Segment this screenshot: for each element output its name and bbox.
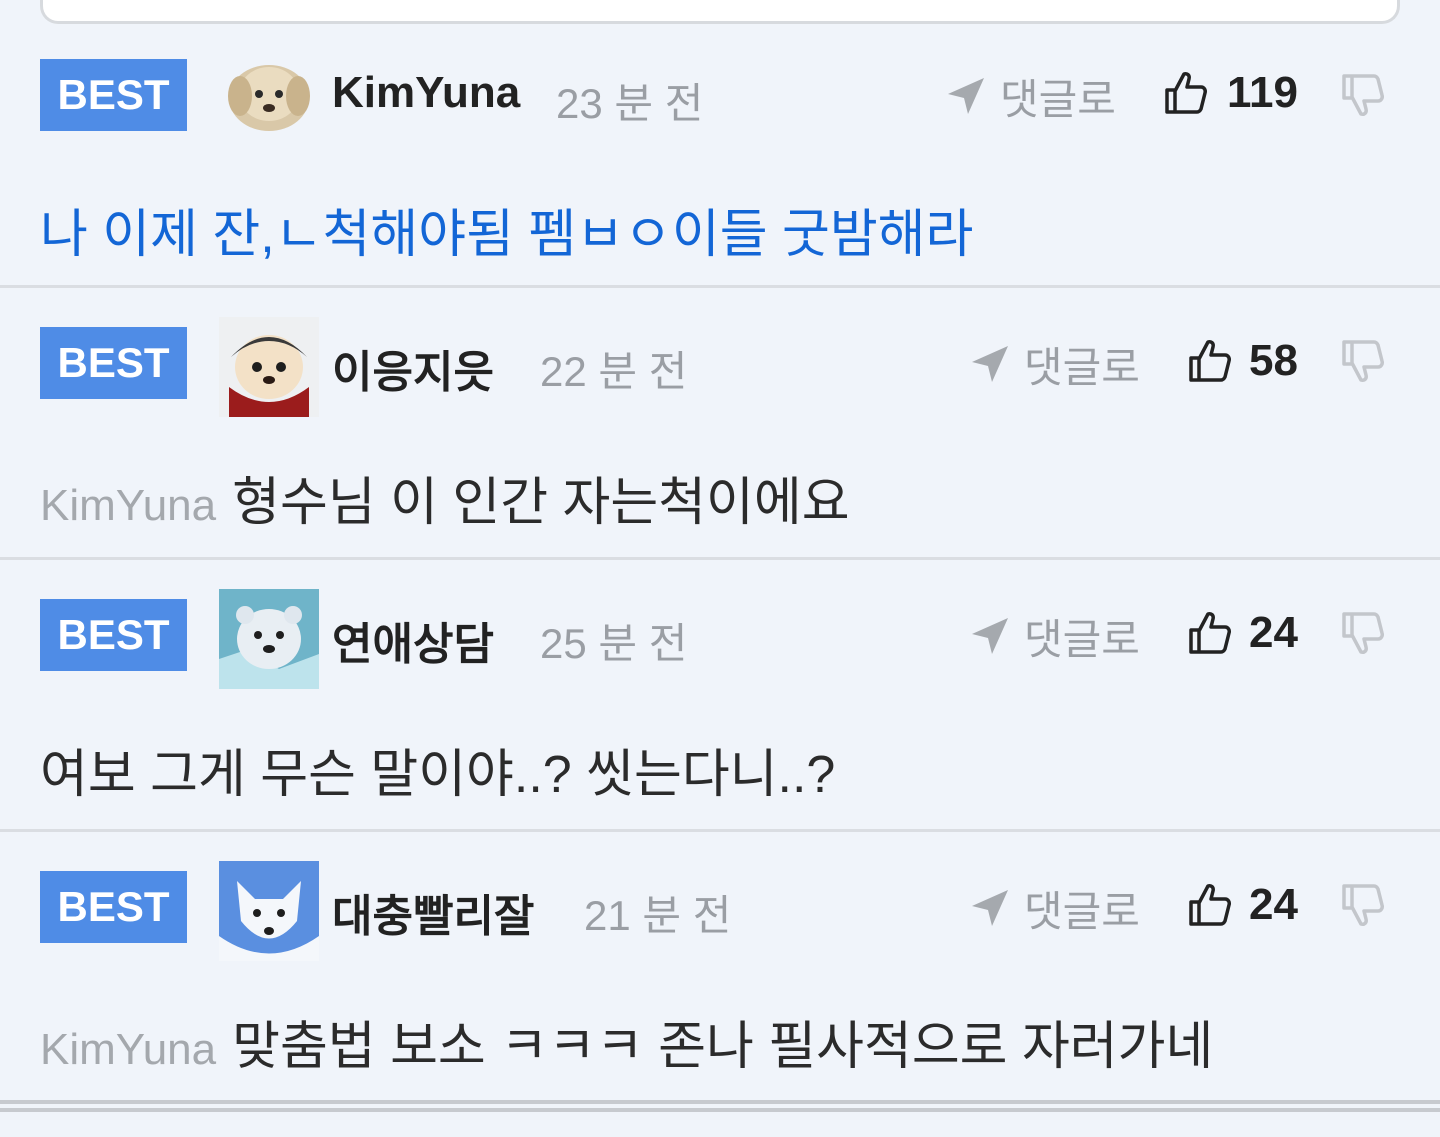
mention-username[interactable]: KimYuna — [40, 1025, 216, 1074]
comment-body: 형수님 이 인간 자는척이에요 — [232, 474, 850, 532]
thumbs-down-icon[interactable] — [1340, 610, 1386, 658]
comment-item: BEST KimYuna 23 분 전 댓글로 119 나 이제 잔,ㄴ척해야됨… — [0, 24, 1440, 288]
reply-button[interactable]: 댓글로 — [1024, 606, 1140, 667]
best-badge: BEST — [40, 327, 187, 399]
comment-text: KimYuna 맞춤법 보소 ㅋㅋㅋ 존나 필사적으로 자러가네 — [40, 1004, 1213, 1079]
comment-text: 나 이제 잔,ㄴ척해야됨 펨ㅂㅇ이들 굿밤해라 — [40, 206, 974, 264]
reply-arrow-icon[interactable] — [970, 888, 1010, 928]
timestamp: 25 분 전 — [540, 620, 688, 667]
thumbs-down-icon[interactable] — [1340, 882, 1386, 930]
like-count: 24 — [1249, 608, 1298, 657]
puppy-avatar[interactable] — [226, 56, 312, 132]
thumbs-up-icon[interactable] — [1188, 882, 1232, 928]
thumbs-up-icon[interactable] — [1188, 610, 1232, 656]
like-count: 58 — [1249, 336, 1298, 385]
polar-bear-avatar[interactable] — [219, 589, 319, 689]
like-count: 119 — [1227, 68, 1298, 117]
comment-text: 여보 그게 무슨 말이야..? 씻는다니..? — [40, 746, 836, 804]
thumbs-down-icon[interactable] — [1340, 72, 1386, 120]
username[interactable]: 대충빨리잘 — [332, 880, 534, 944]
username[interactable]: 이응지읏 — [332, 336, 494, 400]
puppy-red-cape-avatar[interactable] — [219, 317, 319, 417]
comment-body: 맞춤법 보소 ㅋㅋㅋ 존나 필사적으로 자러가네 — [232, 1018, 1214, 1076]
comment-text: KimYuna 형수님 이 인간 자는척이에요 — [40, 460, 850, 535]
timestamp: 21 분 전 — [584, 892, 732, 939]
best-badge: BEST — [40, 599, 187, 671]
best-badge: BEST — [40, 59, 187, 131]
thumbs-up-icon[interactable] — [1164, 70, 1208, 116]
reply-button[interactable]: 댓글로 — [1000, 66, 1116, 127]
comment-item: BEST 대충빨리잘 21 분 전 댓글로 24 KimYuna 맞춤법 보소 ㅋ… — [0, 832, 1440, 1100]
thumbs-down-icon[interactable] — [1340, 338, 1386, 386]
username[interactable]: KimYuna — [332, 68, 520, 118]
timestamp: 22 분 전 — [540, 348, 688, 395]
comment-item: BEST 연애상담 25 분 전 댓글로 24 여보 그게 무슨 말이야..? … — [0, 560, 1440, 832]
reply-arrow-icon[interactable] — [946, 76, 986, 116]
username[interactable]: 연애상담 — [332, 608, 494, 672]
reply-arrow-icon[interactable] — [970, 616, 1010, 656]
previous-content-box — [40, 0, 1400, 24]
best-badge: BEST — [40, 871, 187, 943]
thumbs-up-icon[interactable] — [1188, 338, 1232, 384]
timestamp: 23 분 전 — [556, 80, 704, 127]
comment-item: BEST 이응지읏 22 분 전 댓글로 58 KimYuna 형수님 이 인간 … — [0, 288, 1440, 560]
mention-username[interactable]: KimYuna — [40, 481, 216, 530]
reply-arrow-icon[interactable] — [970, 344, 1010, 384]
reply-button[interactable]: 댓글로 — [1024, 878, 1140, 939]
white-fox-avatar[interactable] — [219, 861, 319, 961]
list-end-divider — [0, 1100, 1440, 1112]
reply-button[interactable]: 댓글로 — [1024, 334, 1140, 395]
like-count: 24 — [1249, 880, 1298, 929]
